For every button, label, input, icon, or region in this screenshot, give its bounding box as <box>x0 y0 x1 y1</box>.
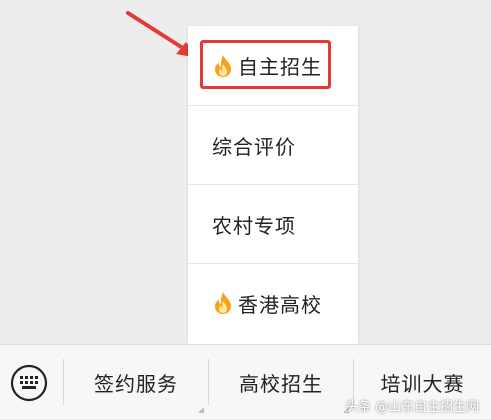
menu-item-self-enrollment[interactable]: 自主招生 <box>188 26 358 105</box>
menu-item-hongkong-universities[interactable]: 香港高校 <box>188 263 358 342</box>
watermark: 头条 @山东自主招生网 <box>345 400 480 415</box>
fire-icon <box>215 292 231 314</box>
menu-item-label: 香港高校 <box>238 292 322 317</box>
submenu-indicator <box>198 407 204 413</box>
tab-label: 签约服务 <box>94 372 178 396</box>
menu-item-rural-program[interactable]: 农村专项 <box>188 184 358 263</box>
menu-item-label: 自主招生 <box>238 55 322 79</box>
popup-menu: 自主招生 综合评价 农村专项 香港高校 <box>188 26 358 344</box>
tab-signing-service[interactable]: 签约服务 <box>64 345 208 420</box>
app-screen: 自主招生 综合评价 农村专项 香港高校 签约服务 高校招生 培训大赛 头条 @山… <box>0 0 491 419</box>
tab-label: 高校招生 <box>239 372 323 396</box>
keyboard-icon[interactable] <box>10 364 48 402</box>
menu-item-label: 农村专项 <box>212 213 296 238</box>
menu-item-label: 综合评价 <box>212 134 296 159</box>
tab-university-admission[interactable]: 高校招生 <box>209 345 353 420</box>
menu-item-comprehensive-evaluation[interactable]: 综合评价 <box>188 105 358 184</box>
fire-icon <box>215 54 231 77</box>
tab-label: 培训大赛 <box>380 372 465 396</box>
